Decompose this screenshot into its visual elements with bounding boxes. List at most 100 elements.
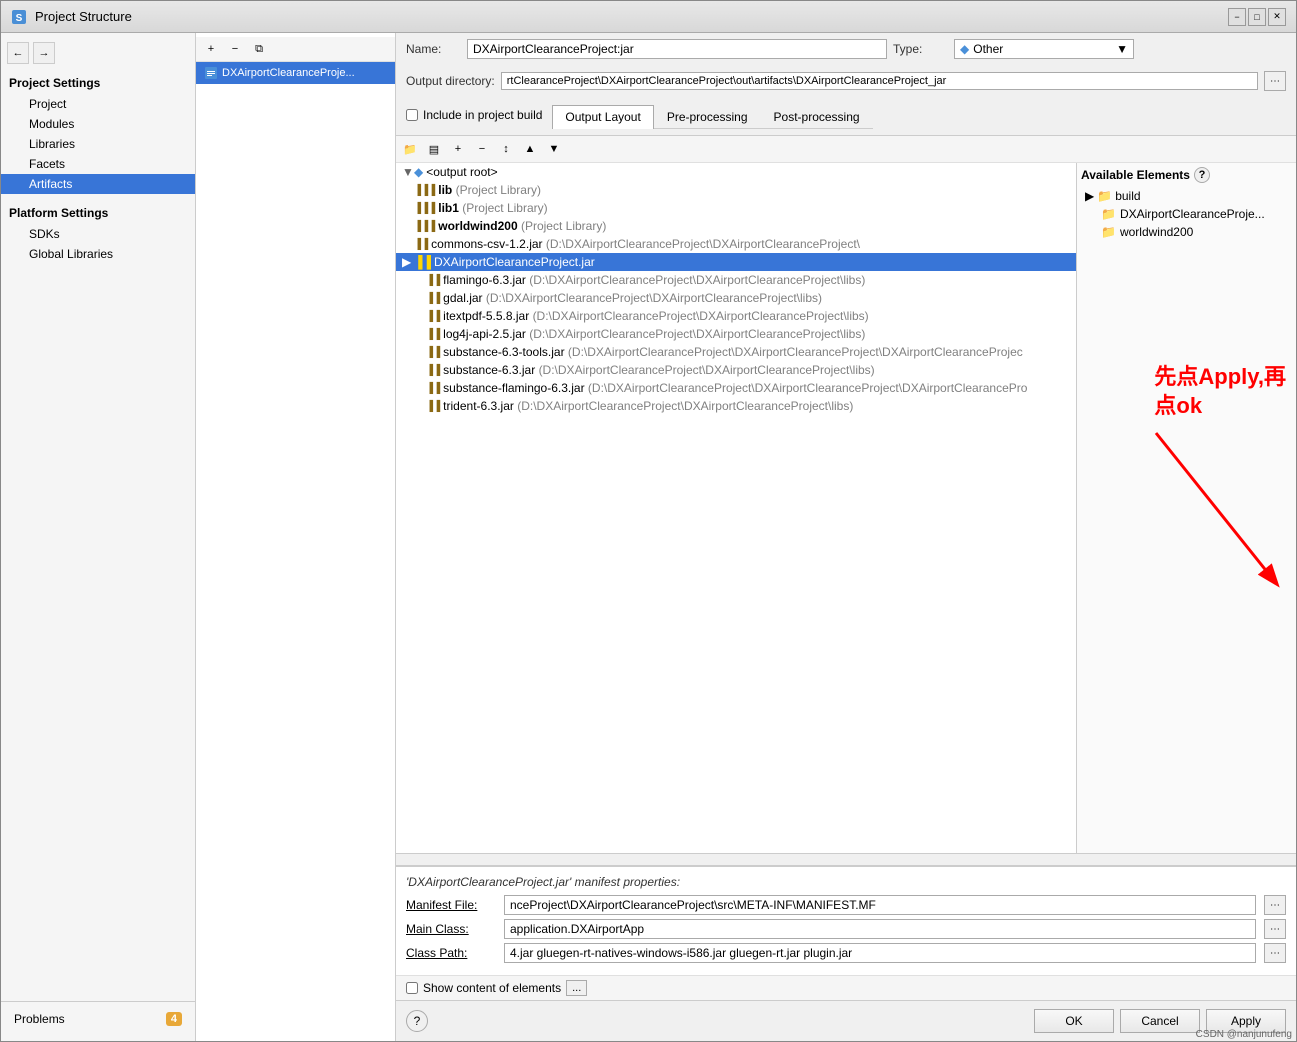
classpath-input[interactable]	[504, 943, 1256, 963]
flamingo-icon: ▐▐	[426, 275, 440, 286]
sidebar-item-libraries[interactable]: Libraries	[1, 134, 195, 154]
sidebar-item-facets[interactable]: Facets	[1, 154, 195, 174]
available-header: Available Elements ?	[1081, 167, 1292, 183]
dxairport-arrow-icon: ▶	[402, 255, 414, 269]
sidebar-item-artifacts[interactable]: Artifacts	[1, 174, 195, 194]
main-class-row: Main Class: ⋯	[406, 919, 1286, 939]
svg-text:S: S	[16, 13, 23, 24]
itextpdf-icon: ▐▐	[426, 311, 440, 322]
minimize-button[interactable]: −	[1228, 8, 1246, 26]
tree-row-substance-tools[interactable]: ▐▐ substance-6.3-tools.jar (D:\DXAirport…	[396, 343, 1076, 361]
output-dir-row: Output directory: ⋯	[406, 71, 1286, 91]
title-buttons: − □ ✕	[1228, 8, 1286, 26]
output-toolbar: 📁 ▤ + − ↕ ▲ ▼	[396, 136, 1296, 163]
available-help-icon[interactable]: ?	[1194, 167, 1210, 183]
sidebar-item-modules[interactable]: Modules	[1, 114, 195, 134]
substance-tools-icon: ▐▐	[426, 347, 440, 358]
sidebar-item-project[interactable]: Project	[1, 94, 195, 114]
classpath-browse-button[interactable]: ⋯	[1264, 943, 1286, 963]
worldwind-icon: ▐▐▐	[414, 221, 435, 232]
horizontal-scrollbar[interactable]	[396, 853, 1296, 865]
copy-artifact-button[interactable]: ⧉	[248, 39, 270, 59]
attribution: CSDN @nanjunufeng	[1196, 1029, 1292, 1040]
tree-log4j-label: log4j-api-2.5.jar (D:\DXAirportClearance…	[443, 327, 865, 341]
lib1-icon: ▐▐▐	[414, 203, 435, 214]
output-dir-label: Output directory:	[406, 74, 495, 88]
main-panel: Name: Type: ◆ Other ▼ Output directory: …	[396, 33, 1296, 1041]
manifest-file-browse-button[interactable]: ⋯	[1264, 895, 1286, 915]
dxairport-folder-icon: 📁	[1101, 207, 1116, 221]
tree-row-substance-flamingo[interactable]: ▐▐ substance-flamingo-6.3.jar (D:\DXAirp…	[396, 379, 1076, 397]
tree-row-dxairport[interactable]: ▶ ▐▐ DXAirportClearanceProject.jar	[396, 253, 1076, 271]
tab-pre-processing[interactable]: Pre-processing	[654, 105, 761, 128]
tree-row-trident[interactable]: ▐▐ trident-6.3.jar (D:\DXAirportClearanc…	[396, 397, 1076, 415]
tab-post-processing[interactable]: Post-processing	[761, 105, 873, 128]
main-class-browse-button[interactable]: ⋯	[1264, 919, 1286, 939]
project-settings-header: Project Settings	[1, 72, 195, 94]
tree-row-log4j[interactable]: ▐▐ log4j-api-2.5.jar (D:\DXAirportCleara…	[396, 325, 1076, 343]
tab-output-layout[interactable]: Output Layout	[552, 105, 653, 129]
tree-lib-label: lib (Project Library)	[438, 183, 541, 197]
sidebar-item-global-libraries[interactable]: Global Libraries	[1, 244, 195, 264]
sidebar-item-sdks[interactable]: SDKs	[1, 224, 195, 244]
add-button[interactable]: +	[447, 139, 469, 159]
classpath-label: Class Path:	[406, 946, 496, 960]
substance-flamingo-icon: ▐▐	[426, 383, 440, 394]
avail-item-build[interactable]: ▶ 📁 build	[1081, 187, 1292, 205]
tree-trident-label: trident-6.3.jar (D:\DXAirportClearancePr…	[443, 399, 853, 413]
app-icon: S	[11, 9, 27, 25]
ok-button[interactable]: OK	[1034, 1009, 1114, 1033]
root-arrow-icon: ▼	[402, 165, 414, 179]
output-dir-input[interactable]	[501, 72, 1258, 90]
remove-button[interactable]: −	[471, 139, 493, 159]
type-dropdown[interactable]: ◆ Other ▼	[954, 39, 1134, 59]
main-class-input[interactable]	[504, 919, 1256, 939]
cancel-button[interactable]: Cancel	[1120, 1009, 1200, 1033]
name-input[interactable]	[467, 39, 887, 59]
list-button[interactable]: ▤	[423, 139, 445, 159]
remove-artifact-button[interactable]: −	[224, 39, 246, 59]
tree-row-gdal[interactable]: ▐▐ gdal.jar (D:\DXAirportClearanceProjec…	[396, 289, 1076, 307]
problems-row[interactable]: Problems 4	[6, 1007, 190, 1031]
artifact-header: Name: Type: ◆ Other ▼ Output directory: …	[396, 33, 1296, 136]
tree-row-lib[interactable]: ▐▐▐ lib (Project Library)	[396, 181, 1076, 199]
tree-worldwind-label: worldwind200 (Project Library)	[438, 219, 606, 233]
up-button[interactable]: ▲	[519, 139, 541, 159]
tree-substance-tools-label: substance-6.3-tools.jar (D:\DXAirportCle…	[443, 345, 1023, 359]
tabs-row: Output Layout Pre-processing Post-proces…	[552, 101, 872, 129]
type-icon: ◆	[960, 42, 969, 56]
forward-button[interactable]: →	[33, 42, 55, 64]
maximize-button[interactable]: □	[1248, 8, 1266, 26]
down-button[interactable]: ▼	[543, 139, 565, 159]
folder-button[interactable]: 📁	[399, 139, 421, 159]
tree-row-worldwind[interactable]: ▐▐▐ worldwind200 (Project Library)	[396, 217, 1076, 235]
tree-row-flamingo[interactable]: ▐▐ flamingo-6.3.jar (D:\DXAirportClearan…	[396, 271, 1076, 289]
split-area: ▼ ◆ <output root> ▐▐▐ lib (Project Libra…	[396, 163, 1296, 853]
include-build-checkbox[interactable]	[406, 109, 418, 121]
avail-item-worldwind[interactable]: 📁 worldwind200	[1081, 223, 1292, 241]
close-button[interactable]: ✕	[1268, 8, 1286, 26]
avail-item-dxairport[interactable]: 📁 DXAirportClearanceProje...	[1081, 205, 1292, 223]
manifest-title: 'DXAirportClearanceProject.jar' manifest…	[406, 875, 1286, 889]
add-artifact-button[interactable]: +	[200, 39, 222, 59]
help-button[interactable]: ?	[406, 1010, 428, 1032]
back-button[interactable]: ←	[7, 42, 29, 64]
tree-row-lib1[interactable]: ▐▐▐ lib1 (Project Library)	[396, 199, 1076, 217]
artifact-entry[interactable]: DXAirportClearanceProje...	[196, 62, 395, 84]
show-content-checkbox[interactable]	[406, 982, 418, 994]
sort-button[interactable]: ↕	[495, 139, 517, 159]
more-button[interactable]: ...	[566, 980, 587, 996]
available-label: Available Elements	[1081, 168, 1190, 182]
name-row: Name: Type: ◆ Other ▼	[406, 39, 1286, 59]
manifest-file-input[interactable]	[504, 895, 1256, 915]
worldwind-avail-label: worldwind200	[1120, 225, 1193, 239]
output-dir-browse-button[interactable]: ⋯	[1264, 71, 1286, 91]
log4j-icon: ▐▐	[426, 329, 440, 340]
tree-row-commons[interactable]: ▐▐ commons-csv-1.2.jar (D:\DXAirportClea…	[396, 235, 1076, 253]
artifact-icon	[204, 66, 218, 80]
tree-row-root[interactable]: ▼ ◆ <output root>	[396, 163, 1076, 181]
tree-row-itextpdf[interactable]: ▐▐ itextpdf-5.5.8.jar (D:\DXAirportClear…	[396, 307, 1076, 325]
window-title: Project Structure	[35, 9, 132, 24]
project-structure-window: S Project Structure − □ ✕ ← → Project Se…	[0, 0, 1297, 1042]
tree-row-substance[interactable]: ▐▐ substance-6.3.jar (D:\DXAirportCleara…	[396, 361, 1076, 379]
